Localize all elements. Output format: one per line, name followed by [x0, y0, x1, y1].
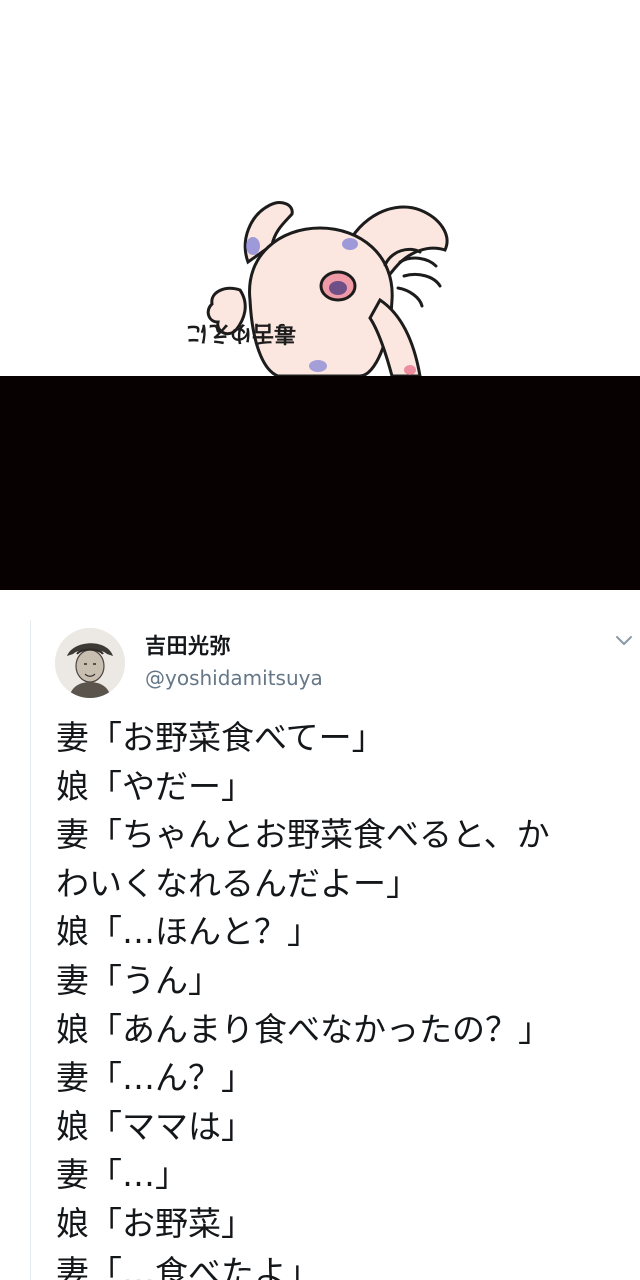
- tweet-line: 妻「…ん？」: [56, 1058, 254, 1098]
- tweet-line: 妻「…食べたよ」: [56, 1252, 320, 1280]
- thread-divider: [30, 620, 31, 1280]
- avatar[interactable]: [55, 628, 125, 698]
- chevron-down-icon[interactable]: [612, 628, 636, 652]
- tweet-line: 娘「お野菜」: [56, 1203, 254, 1243]
- tweet-line: 妻「お野菜食べてー」: [56, 718, 385, 757]
- avatar-portrait-icon: [55, 628, 125, 698]
- tweet-line: 娘「ママは」: [56, 1106, 254, 1146]
- page: 毒舌ゆえに 吉田光弥 @yoshidamitsuya 妻「お野菜食べてー」 娘「…: [0, 0, 640, 1280]
- tweet-line: 娘「やだー」: [56, 766, 254, 806]
- tweet-card: 吉田光弥 @yoshidamitsuya 妻「お野菜食べてー」 娘「やだー」 妻…: [0, 590, 640, 1280]
- display-name[interactable]: 吉田光弥: [145, 630, 231, 660]
- tweet-line: 妻「…」: [56, 1155, 188, 1195]
- user-handle[interactable]: @yoshidamitsuya: [145, 666, 323, 690]
- illustration-text: 毒舌ゆえに: [186, 320, 296, 346]
- tweet-line: 娘「あんまり食べなかったの？」: [56, 1009, 551, 1049]
- tweet-text: 妻「お野菜食べてー」 娘「やだー」 妻「ちゃんとお野菜食べると、か わいくなれる…: [56, 714, 626, 1280]
- tweet-line: 娘「…ほんと？」: [56, 912, 320, 952]
- cartoon-character-icon: 毒舌ゆえに: [186, 201, 449, 376]
- tweet-line: わいくなれるんだよー」: [56, 863, 419, 903]
- tweet-line: 妻「うん」: [56, 960, 221, 1000]
- redacted-band: [0, 376, 640, 590]
- tweet-line: 妻「ちゃんとお野菜食べると、か: [56, 815, 550, 855]
- header-illustration: 毒舌ゆえに: [0, 0, 640, 376]
